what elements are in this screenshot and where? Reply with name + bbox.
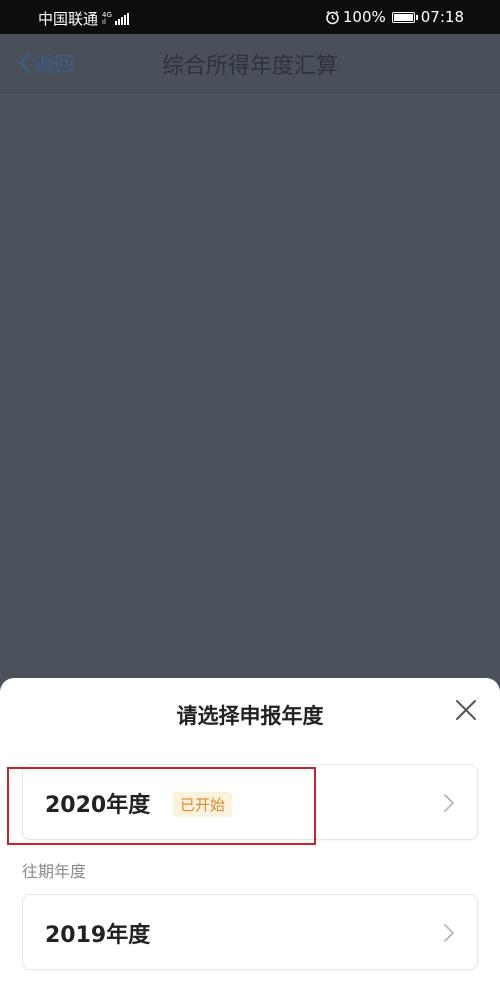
chevron-right-icon [444,924,454,942]
close-icon[interactable] [452,696,480,724]
network-type: 4G ıl [102,10,112,26]
carrier-name: 中国联通 [38,10,99,28]
highlight-annotation [7,767,316,845]
status-left: 中国联通 4G ıl [38,8,129,29]
nav-header: 返回 综合所得年度汇算 [0,34,500,93]
year-option-2019[interactable]: 2019年度 [22,894,478,970]
battery-icon [391,11,418,23]
alarm-icon [326,10,339,24]
past-years-label: 往期年度 [22,862,87,881]
chevron-right-icon [444,794,454,812]
sheet-title: 请选择申报年度 [176,704,324,728]
signal-icon [114,12,129,25]
status-right: 100% 07:18 [325,8,464,26]
year-option-label: 2019年度 [45,923,151,948]
page-title: 综合所得年度汇算 [161,54,338,79]
status-bar: 中国联通 4G ıl 100% 07:18 [0,0,500,34]
screen: 中国联通 4G ıl 100% 07:18 返回 综合所得年度汇算 请选择申报年… [0,0,500,990]
battery-percent: 100% [342,8,386,26]
clock: 07:18 [420,8,464,26]
